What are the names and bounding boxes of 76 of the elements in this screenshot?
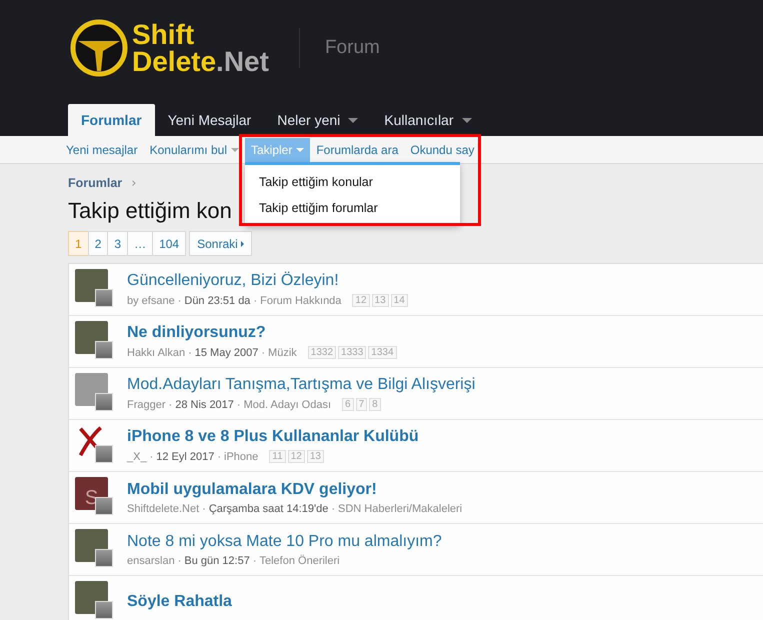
page-link[interactable]: 13 [306, 450, 324, 463]
avatar-placeholder [95, 444, 113, 462]
page-button[interactable]: 3 [107, 231, 128, 256]
separator-dot: · [236, 398, 241, 410]
menu-item[interactable]: Takip ettiğim konular [244, 168, 460, 194]
forum-link[interactable]: Mod. Adayı Odası [244, 398, 332, 410]
thread-title[interactable]: Mod.Adayları Tanışma,Tartışma ve Bilgi Alışverişi [127, 376, 476, 394]
logo-text: Delete.Net [132, 48, 269, 75]
page-link[interactable]: 8 [369, 398, 381, 411]
thread-title[interactable]: Mobil uygulamalara KDV geliyor! [127, 480, 462, 498]
page-link[interactable]: 13 [372, 294, 389, 307]
forum-link[interactable]: Müzik [268, 346, 297, 358]
page-button[interactable]: 1 [68, 231, 89, 256]
separator-dot: · [252, 554, 256, 566]
thread-date: 28 Nis 2017 [175, 398, 234, 410]
logo-icon [70, 19, 128, 77]
thread-date: 12 Eyl 2017 [156, 450, 214, 462]
thread-author[interactable]: ensarslan [127, 554, 175, 566]
page-title: Takip ettiğim kon [68, 198, 232, 224]
page-link[interactable]: 7 [356, 398, 368, 411]
separator-dot: · [178, 554, 182, 566]
thread-date: 15 May 2007 [194, 346, 258, 358]
page-link[interactable]: 1334 [368, 346, 397, 359]
separator-dot: · [202, 502, 206, 514]
separator-dot: · [150, 450, 154, 462]
menu-item[interactable]: Takip ettiğim forumlar [244, 194, 460, 220]
thread-author[interactable]: _X_ [127, 450, 147, 462]
avatar-placeholder [95, 496, 113, 514]
logo-text: Shift [132, 21, 196, 48]
forum-link[interactable]: iPhone [224, 450, 258, 462]
separator-dot: · [253, 294, 258, 306]
forum-link[interactable]: Telefon Önerileri [260, 554, 340, 566]
separator-dot: · [217, 450, 222, 462]
page-link[interactable]: 14 [390, 294, 408, 307]
next-button[interactable]: Sonraki [189, 231, 252, 256]
thread-author[interactable]: Hakkı Alkan [127, 346, 186, 358]
breadcrumb-separator: › [131, 176, 136, 190]
thread-author[interactable]: Shiftdelete.Net [127, 502, 200, 514]
forum-link[interactable]: Forum Hakkında [260, 294, 342, 306]
page-link[interactable]: 6 [342, 398, 354, 411]
separator-dot: · [261, 346, 266, 358]
page-link[interactable]: 11 [269, 450, 286, 463]
arrow-icon [240, 240, 244, 246]
nav-tab[interactable]: Forumlar [68, 104, 155, 136]
subnav-link[interactable]: Forumlarda ara [310, 138, 404, 162]
breadcrumb-link[interactable]: Forumlar [68, 176, 122, 190]
page-link[interactable]: 1333 [338, 346, 366, 359]
subnav-link[interactable]: Okundu say [404, 138, 480, 162]
subnav-link[interactable]: Konularımı bul [144, 138, 245, 162]
thread-title[interactable]: Note 8 mi yoksa Mate 10 Pro mu almalıyım? [127, 532, 442, 550]
thread-date: Çarşamba saat 14:19'de [208, 502, 328, 514]
thread-author[interactable]: Fragger [127, 398, 166, 410]
nav-tab[interactable]: Kullanıcılar [371, 104, 485, 136]
separator-dot: · [168, 398, 172, 410]
page-button[interactable]: 104 [152, 231, 186, 256]
section-title: Forum [324, 37, 380, 59]
subnav-link[interactable]: Yeni mesajlar [60, 138, 144, 162]
thread-title[interactable]: iPhone 8 ve 8 Plus Kullananlar Kulübü [127, 428, 419, 446]
page-button[interactable]: 2 [88, 231, 108, 256]
thread-date: Dün 23:51 da [184, 294, 250, 306]
nav-tab[interactable]: Neler yeni [264, 104, 372, 136]
nav-tab[interactable]: Yeni Mesajlar [154, 104, 264, 136]
thread-title[interactable]: Ne dinliyorsunuz? [127, 324, 397, 342]
thread-title[interactable]: Güncelleniyoruz, Bizi Özleyin! [127, 272, 408, 290]
page-button[interactable]: … [127, 231, 154, 256]
separator-dot: · [188, 346, 192, 358]
thread-title[interactable]: Söyle Rahatla [127, 592, 232, 610]
page-link[interactable]: 12 [352, 294, 370, 307]
forum-link[interactable]: SDN Haberleri/Makaleleri [338, 502, 462, 514]
subnav-link[interactable]: Takipler [244, 138, 310, 162]
separator-dot: · [331, 502, 336, 514]
thread-author[interactable]: by efsane [127, 294, 175, 306]
thread-date: Bu gün 12:57 [184, 554, 250, 566]
page-link[interactable]: 12 [288, 450, 305, 463]
page-link[interactable]: 1332 [308, 346, 336, 359]
separator-dot: · [178, 294, 182, 306]
